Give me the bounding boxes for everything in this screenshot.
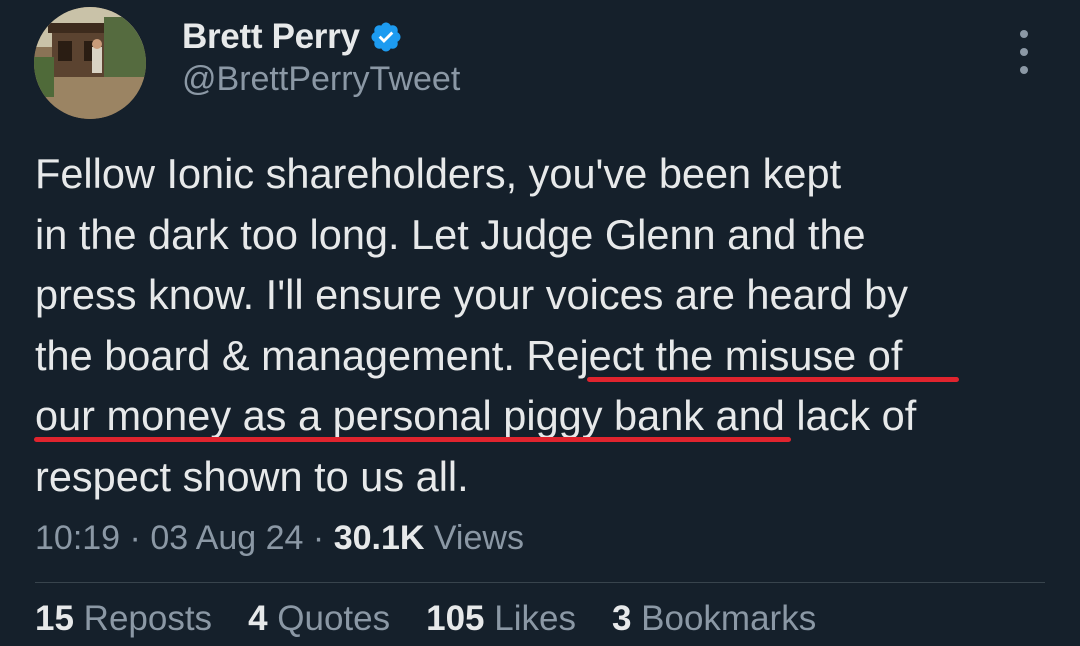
tweet-meta: 10:19 · 03 Aug 24 · 30.1K Views	[35, 519, 524, 558]
reposts-count: 15	[35, 599, 74, 638]
tweet-time[interactable]: 10:19	[35, 519, 120, 557]
avatar-photo	[34, 7, 146, 119]
highlight-underline	[34, 437, 791, 442]
tweet-line: respect shown to us all.	[35, 452, 469, 500]
meta-separator: ·	[120, 519, 151, 557]
tweet-text: Fellow Ionic shareholders, you've been k…	[35, 144, 1045, 507]
verified-badge-icon[interactable]	[369, 20, 403, 54]
reposts-stat[interactable]: 15 Reposts	[35, 599, 212, 639]
likes-count: 105	[426, 599, 485, 638]
bookmarks-stat[interactable]: 3 Bookmarks	[612, 599, 816, 639]
highlight-underline	[587, 377, 959, 382]
more-vertical-icon[interactable]	[1010, 30, 1038, 74]
avatar[interactable]	[34, 7, 146, 119]
tweet-date[interactable]: 03 Aug 24	[150, 519, 303, 557]
tweet-line: in the dark too long. Let Judge Glenn an…	[35, 210, 866, 258]
divider	[35, 582, 1045, 583]
bookmarks-count: 3	[611, 599, 632, 638]
bookmarks-label: Bookmarks	[631, 599, 817, 638]
likes-stat[interactable]: 105 Likes	[426, 599, 576, 639]
likes-label: Likes	[484, 599, 576, 638]
more-dot	[1020, 66, 1028, 74]
engagement-stats: 15 Reposts 4 Quotes 105 Likes 3 Bookmark…	[35, 599, 852, 639]
quotes-label: Quotes	[267, 599, 391, 638]
author-display-name[interactable]: Brett Perry	[182, 17, 360, 57]
views-count: 30.1K	[333, 519, 425, 557]
author-handle[interactable]: @BrettPerryTweet	[182, 60, 460, 99]
quotes-count: 4	[248, 599, 268, 638]
views-label: Views	[424, 519, 524, 557]
author-name-row: Brett Perry	[182, 14, 403, 60]
meta-separator: ·	[303, 519, 334, 557]
more-dot	[1020, 48, 1028, 56]
quotes-stat[interactable]: 4 Quotes	[248, 599, 390, 639]
more-dot	[1020, 30, 1028, 38]
tweet-line: press know. I'll ensure your voices are …	[35, 271, 908, 318]
tweet-line: Fellow Ionic shareholders, you've been k…	[35, 150, 842, 197]
reposts-label: Reposts	[73, 599, 213, 638]
